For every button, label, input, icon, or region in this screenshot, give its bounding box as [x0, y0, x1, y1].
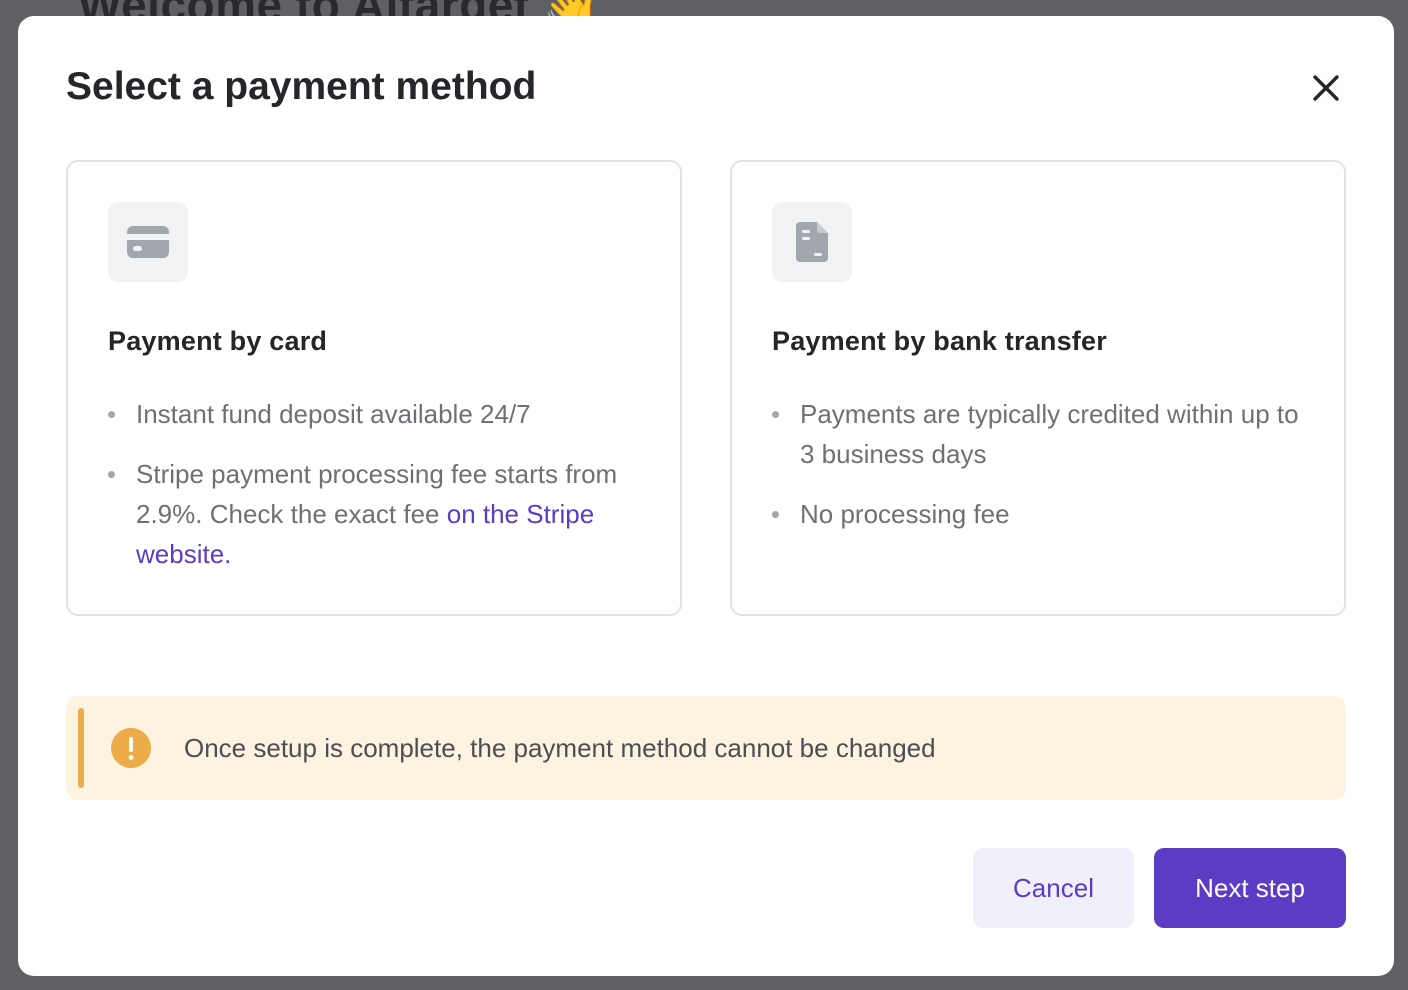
- document-icon: [796, 222, 828, 262]
- payment-option-bank[interactable]: Payment by bank transfer Payments are ty…: [730, 160, 1346, 616]
- list-item-text: Instant fund deposit available 24/7: [136, 399, 531, 429]
- card-feature-list: Payments are typically credited within u…: [772, 394, 1302, 554]
- list-item-text: Payments are typically credited within u…: [800, 399, 1299, 469]
- bank-icon-tile: [772, 202, 852, 282]
- payment-method-modal: Select a payment method Payment by card …: [18, 16, 1394, 976]
- exclamation-circle-icon: [111, 728, 151, 768]
- card-feature-list: Instant fund deposit available 24/7 Stri…: [108, 394, 638, 594]
- warning-banner: Once setup is complete, the payment meth…: [66, 696, 1346, 800]
- warning-accent-bar: [78, 708, 84, 788]
- credit-card-icon: [127, 226, 169, 258]
- close-button[interactable]: [1302, 64, 1350, 112]
- bullet-dot: [772, 411, 779, 418]
- bullet-dot: [772, 511, 779, 518]
- list-item: No processing fee: [772, 494, 1302, 534]
- list-item: Stripe payment processing fee starts fro…: [108, 454, 638, 574]
- card-title: Payment by bank transfer: [772, 326, 1107, 356]
- warning-text: Once setup is complete, the payment meth…: [184, 733, 936, 763]
- card-icon-tile: [108, 202, 188, 282]
- list-item: Payments are typically credited within u…: [772, 394, 1302, 474]
- close-icon: [1313, 75, 1339, 101]
- bullet-dot: [108, 471, 115, 478]
- payment-option-card[interactable]: Payment by card Instant fund deposit ava…: [66, 160, 682, 616]
- next-step-button[interactable]: Next step: [1154, 848, 1346, 928]
- modal-title: Select a payment method: [66, 65, 537, 108]
- list-item-text: No processing fee: [800, 499, 1010, 529]
- bullet-dot: [108, 411, 115, 418]
- payment-options: Payment by card Instant fund deposit ava…: [66, 160, 1346, 616]
- cancel-button[interactable]: Cancel: [973, 848, 1134, 928]
- list-item: Instant fund deposit available 24/7: [108, 394, 638, 434]
- card-title: Payment by card: [108, 326, 328, 356]
